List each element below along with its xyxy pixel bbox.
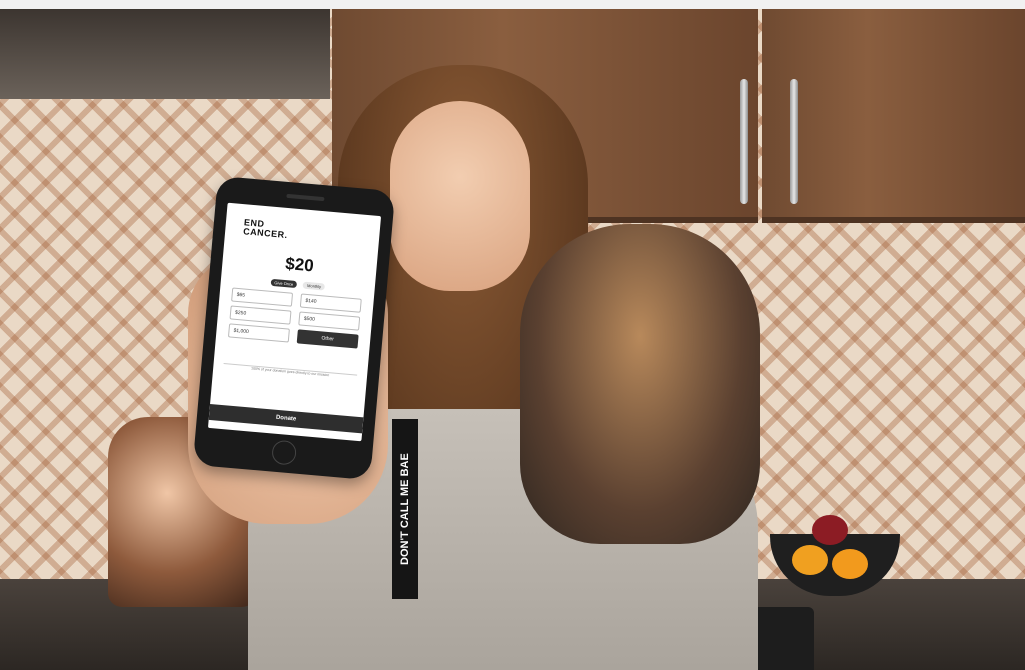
logo-line-2: CANCER. [242, 226, 289, 241]
donate-button[interactable]: Donate [208, 403, 364, 434]
donation-note: 100% of your donation goes directly to o… [223, 359, 358, 381]
lanyard: DON'T CALL ME BAE [392, 419, 418, 599]
amount-option-1000[interactable]: $1,000 [227, 323, 290, 343]
woman-face [390, 101, 530, 291]
apple-fruit [812, 515, 848, 545]
home-button [271, 439, 298, 466]
amount-options-grid: $65 $140 $250 $500 $1,000 Other [227, 287, 362, 349]
cabinet-handle [740, 79, 748, 204]
monthly-tab[interactable]: Monthly [302, 281, 326, 291]
amount-option-other[interactable]: Other [296, 329, 359, 349]
cabinet-right [762, 9, 1025, 223]
phone-speaker [286, 193, 325, 202]
amount-option-500[interactable]: $500 [298, 311, 361, 331]
amount-option-250[interactable]: $250 [229, 305, 292, 325]
end-cancer-logo: END CANCER. [242, 217, 289, 241]
orange-fruit [792, 545, 828, 575]
amount-option-65[interactable]: $65 [231, 287, 294, 307]
cabinet-handle [790, 79, 798, 204]
donation-screen: END CANCER. $20 Give Once Monthly $65 $1… [207, 202, 382, 442]
smartphone: END CANCER. $20 Give Once Monthly $65 $1… [192, 175, 396, 481]
give-once-tab[interactable]: Give Once [270, 278, 298, 289]
yorkshire-terrier-dog [520, 224, 760, 544]
kitchen-photo: DON'T CALL ME BAE END CANCER. $20 Give O… [0, 9, 1025, 670]
range-hood [0, 9, 330, 99]
amount-option-140[interactable]: $140 [299, 293, 362, 313]
orange-fruit [832, 549, 868, 579]
